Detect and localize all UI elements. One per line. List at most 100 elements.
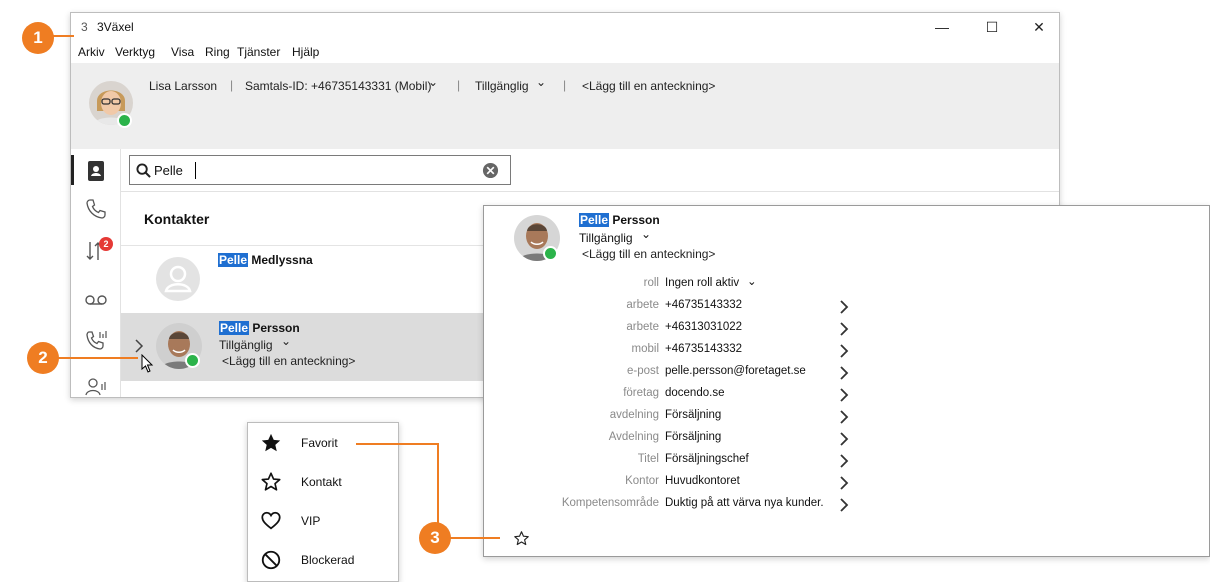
field-value: Huvudkontoret — [665, 475, 740, 487]
field-value: Försäljning — [665, 431, 722, 443]
chevron-down-icon[interactable]: ⌄ — [281, 334, 291, 348]
field-label: företag — [623, 387, 659, 399]
chevron-right-icon[interactable] — [838, 388, 850, 402]
menu-arkiv[interactable]: Arkiv — [78, 45, 105, 59]
close-button[interactable]: ✕ — [1024, 17, 1054, 37]
menu-hjalp[interactable]: Hjälp — [292, 45, 319, 59]
chevron-right-icon[interactable] — [838, 366, 850, 380]
contact-detail-card: Pelle Persson Tillgänglig ⌄ <Lägg till e… — [483, 205, 1210, 557]
field-label: arbete — [626, 321, 659, 333]
clear-search-icon[interactable] — [482, 162, 499, 179]
card-status-indicator — [543, 246, 558, 261]
field-value: +46735143332 — [665, 299, 743, 311]
menu-item-label: Blockerad — [301, 553, 355, 567]
field-label: Avdelning — [608, 431, 659, 443]
call-queue-icon[interactable] — [84, 329, 108, 353]
phone-icon[interactable] — [84, 197, 108, 221]
field-value: docendo.se — [665, 387, 725, 399]
menu-item-kontakt[interactable]: Kontakt — [248, 463, 398, 501]
field-label: mobil — [631, 343, 659, 355]
user-name: Lisa Larsson — [149, 79, 218, 93]
minimize-button[interactable]: — — [927, 17, 957, 37]
favorite-menu: Favorit Kontakt VIP Blockerad — [247, 422, 399, 582]
callout-1: 1 — [22, 22, 54, 54]
field-value[interactable]: Ingen roll aktiv — [665, 277, 739, 289]
note-field[interactable]: <Lägg till en anteckning> — [582, 79, 715, 93]
menu-tjanster[interactable]: Tjänster — [237, 45, 280, 59]
separator: | — [457, 78, 461, 92]
chevron-right-icon[interactable] — [838, 454, 850, 468]
user-queue-icon[interactable] — [84, 375, 108, 398]
chevron-right-icon[interactable] — [134, 338, 144, 354]
field-label: roll — [643, 277, 659, 289]
callout-line — [356, 443, 438, 445]
voicemail-icon[interactable] — [84, 287, 108, 311]
search-icon — [136, 163, 151, 178]
callout-3: 3 — [419, 522, 451, 554]
navigation-rail: 2 — [71, 149, 121, 398]
active-indicator — [71, 155, 74, 185]
field-label: Titel — [637, 453, 659, 465]
separator: | — [563, 78, 567, 92]
field-value: +46313031022 — [665, 321, 743, 333]
field-value: Duktig på att värva nya kunder. — [665, 497, 824, 509]
menu-ring[interactable]: Ring — [205, 45, 230, 59]
menu-verktyg[interactable]: Verktyg — [115, 45, 155, 59]
maximize-button[interactable]: ☐ — [977, 17, 1007, 37]
field-label: Kompetensområde — [561, 497, 659, 509]
field-label: arbete — [626, 299, 659, 311]
notification-badge: 2 — [99, 237, 113, 251]
window-title: 3Växel — [97, 20, 134, 34]
text-cursor — [195, 162, 196, 179]
chevron-right-icon[interactable] — [838, 300, 850, 314]
avatar-placeholder-icon — [156, 257, 200, 301]
chevron-right-icon[interactable] — [838, 432, 850, 446]
chevron-right-icon[interactable] — [838, 498, 850, 512]
favorite-star-icon[interactable] — [513, 530, 530, 547]
star-outline-icon — [261, 472, 281, 491]
chevron-down-icon[interactable]: ⌄ — [747, 274, 757, 288]
menu-item-label: VIP — [301, 514, 321, 528]
callout-2: 2 — [27, 342, 59, 374]
heart-icon — [261, 511, 281, 530]
menu-item-label: Kontakt — [301, 475, 342, 489]
search-query: Pelle — [154, 163, 183, 178]
user-status-indicator — [117, 113, 132, 128]
contact-status-indicator — [185, 353, 200, 368]
callout-line — [58, 357, 138, 359]
contact-name: Pelle Medlyssna — [218, 253, 313, 267]
divider — [121, 191, 1059, 192]
menu-item-vip[interactable]: VIP — [248, 502, 398, 540]
contact-name: Pelle Persson — [219, 321, 300, 335]
card-contact-name: Pelle Persson — [579, 213, 660, 227]
field-label: e-post — [627, 365, 659, 377]
chevron-down-icon[interactable]: ⌄ — [536, 75, 546, 89]
call-id-dropdown[interactable]: Samtals-ID: +46735143331 (Mobil) — [245, 79, 431, 93]
card-note[interactable]: <Lägg till en anteckning> — [582, 247, 715, 261]
app-logo-icon: 3 — [81, 20, 88, 34]
field-label: avdelning — [609, 409, 659, 421]
chevron-down-icon[interactable]: ⌄ — [641, 227, 651, 241]
menu-item-blockerad[interactable]: Blockerad — [248, 541, 398, 579]
title-bar: 3 3Växel — ☐ ✕ — [71, 13, 1059, 41]
blocked-icon — [261, 550, 281, 570]
card-status[interactable]: Tillgänglig — [579, 231, 633, 245]
field-value: pelle.persson@foretaget.se — [665, 365, 806, 377]
menu-visa[interactable]: Visa — [171, 45, 194, 59]
contacts-icon[interactable] — [84, 159, 108, 183]
user-status-bar: Lisa Larsson | Samtals-ID: +46735143331 … — [71, 63, 1059, 149]
separator: | — [230, 78, 234, 92]
section-title: Kontakter — [144, 211, 210, 227]
contact-status[interactable]: Tillgänglig — [219, 338, 273, 352]
field-label: Kontor — [625, 475, 659, 487]
chevron-down-icon[interactable]: ⌄ — [428, 75, 438, 89]
chevron-right-icon[interactable] — [838, 322, 850, 336]
contact-note[interactable]: <Lägg till en anteckning> — [222, 354, 355, 368]
chevron-right-icon[interactable] — [838, 476, 850, 490]
search-input[interactable]: Pelle — [129, 155, 511, 185]
star-filled-icon — [261, 433, 281, 452]
chevron-right-icon[interactable] — [838, 410, 850, 424]
chevron-right-icon[interactable] — [838, 344, 850, 358]
field-value: Försäljning — [665, 409, 722, 421]
status-dropdown[interactable]: Tillgänglig — [475, 79, 529, 93]
